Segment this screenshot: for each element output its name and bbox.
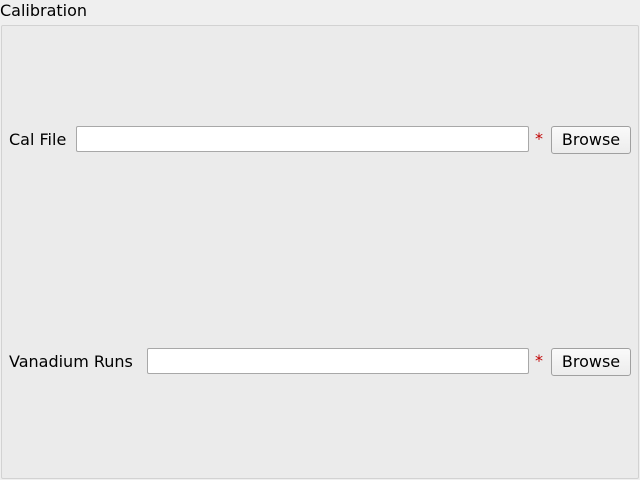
calibration-group-box <box>1 25 639 479</box>
cal-file-row: Cal File * Browse <box>0 125 640 155</box>
vanadium-runs-label: Vanadium Runs <box>9 352 133 371</box>
cal-file-input[interactable] <box>76 126 529 152</box>
cal-file-browse-button[interactable]: Browse <box>551 126 631 154</box>
vanadium-runs-input[interactable] <box>147 348 529 374</box>
vanadium-runs-row: Vanadium Runs * Browse <box>0 347 640 377</box>
vanadium-runs-browse-button[interactable]: Browse <box>551 348 631 376</box>
calibration-page: Calibration Cal File * Browse Vanadium R… <box>0 0 640 480</box>
vanadium-runs-required-mark: * <box>535 351 543 370</box>
cal-file-required-mark: * <box>535 129 543 148</box>
calibration-group-title: Calibration <box>0 1 88 20</box>
cal-file-label: Cal File <box>9 130 67 149</box>
